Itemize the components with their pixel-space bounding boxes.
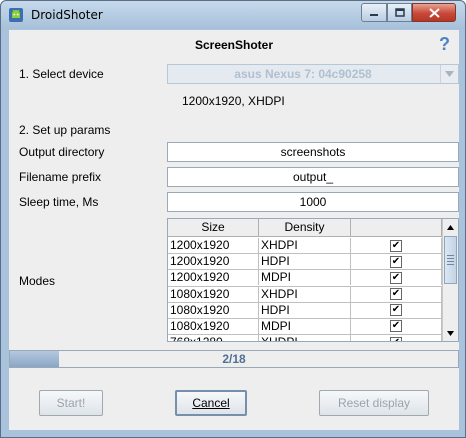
setup-params-label: 2. Set up params (19, 123, 111, 137)
close-icon (428, 7, 440, 18)
arrow-up-icon (447, 224, 454, 230)
cell-density: HDPI (259, 254, 351, 270)
cell-size: 768x1280 (168, 335, 259, 341)
sleep-time-field[interactable]: 1000 (167, 192, 459, 212)
cell-density: MDPI (259, 318, 351, 334)
cancel-button[interactable]: Cancel (175, 390, 247, 416)
output-directory-label: Output directory (19, 145, 105, 159)
arrow-down-icon (447, 330, 454, 336)
mode-checkbox[interactable]: ✔ (390, 336, 402, 341)
minimize-button[interactable] (361, 3, 387, 22)
cell-density: XHDPI (259, 286, 351, 302)
cell-enabled: ✔ (351, 254, 442, 270)
app-window: DroidShoter ScreenShoter ? 1. Select dev… (0, 0, 466, 438)
cell-enabled: ✔ (351, 286, 442, 302)
cell-size: 1080x1920 (168, 286, 259, 302)
cell-enabled: ✔ (351, 318, 442, 334)
cell-size: 1200x1920 (168, 238, 259, 253)
maximize-button[interactable] (387, 3, 412, 22)
start-button[interactable]: Start! (39, 390, 103, 416)
table-scrollbar[interactable] (442, 219, 458, 341)
mode-checkbox[interactable]: ✔ (390, 304, 402, 317)
help-icon[interactable]: ? (439, 34, 450, 55)
android-icon (9, 8, 23, 22)
device-select-value: asus Nexus 7: 04c90258 (234, 67, 372, 81)
column-header-enabled[interactable] (351, 219, 442, 237)
mode-checkbox[interactable]: ✔ (390, 255, 402, 268)
progress-text: 2/18 (222, 352, 246, 366)
device-select[interactable]: asus Nexus 7: 04c90258 (167, 64, 459, 84)
column-header-size[interactable]: Size (168, 219, 259, 237)
cell-size: 1080x1920 (168, 318, 259, 334)
scroll-thumb[interactable] (444, 236, 457, 284)
cell-enabled: ✔ (351, 238, 442, 253)
cell-size: 1200x1920 (168, 270, 259, 286)
cell-enabled: ✔ (351, 335, 442, 341)
cancel-button-label: Cancel (192, 396, 230, 410)
mode-checkbox[interactable]: ✔ (390, 320, 402, 333)
mode-checkbox[interactable]: ✔ (390, 271, 402, 284)
close-button[interactable] (412, 3, 456, 22)
cell-density: HDPI (259, 302, 351, 318)
cell-enabled: ✔ (351, 302, 442, 318)
mode-checkbox[interactable]: ✔ (390, 239, 402, 252)
cell-density: MDPI (259, 270, 351, 286)
maximize-icon (394, 8, 405, 17)
cell-size: 1080x1920 (168, 302, 259, 318)
window-title: DroidShoter (31, 8, 103, 22)
table-row[interactable]: 768x1280XHDPI ✔ (168, 335, 442, 341)
mode-checkbox[interactable]: ✔ (390, 288, 402, 301)
table-row[interactable]: 1200x1920 HDPI ✔ (168, 254, 442, 271)
device-resolution: 1200x1920, XHDPI (182, 94, 285, 108)
output-directory-field[interactable]: screenshots (167, 142, 459, 162)
cell-enabled: ✔ (351, 270, 442, 286)
title-bar[interactable]: DroidShoter (1, 1, 465, 29)
table-header: Size Density (168, 219, 442, 237)
modes-label: Modes (19, 274, 56, 288)
progress-bar: 2/18 (9, 350, 459, 368)
select-device-label: 1. Select device (19, 67, 104, 81)
table-body: 1200x1920 XHDPI ✔ 1200x1920 HDPI ✔ 1200x1920 MD… (168, 238, 442, 341)
sleep-time-label: Sleep time, Ms (19, 195, 99, 209)
minimize-icon (370, 13, 378, 16)
cell-density: XHDPI (259, 238, 351, 253)
filename-prefix-field[interactable]: output_ (167, 167, 459, 187)
table-row[interactable]: 1080x1920 MDPI ✔ (168, 318, 442, 336)
modes-table: Size Density 1200x1920 XHDPI ✔ 1200x1920 HDP… (167, 218, 459, 342)
reset-display-button[interactable]: Reset display (319, 390, 429, 416)
column-header-density[interactable]: Density (259, 219, 351, 237)
chevron-down-icon[interactable] (440, 65, 458, 83)
main-panel: ScreenShoter ? 1. Select device asus Nex… (9, 30, 459, 430)
cell-size: 1200x1920 (168, 254, 259, 270)
scroll-up-button[interactable] (443, 219, 458, 235)
page-title: ScreenShoter (194, 38, 274, 52)
table-row[interactable]: 1200x1920 XHDPI ✔ (168, 238, 442, 255)
cell-density: XHDPI (259, 335, 351, 341)
table-row[interactable]: 1080x1920 XHDPI ✔ (168, 286, 442, 303)
table-row[interactable]: 1200x1920 MDPI ✔ (168, 270, 442, 287)
filename-prefix-label: Filename prefix (19, 170, 102, 184)
scroll-down-button[interactable] (443, 325, 458, 341)
table-row[interactable]: 1080x1920 HDPI ✔ (168, 302, 442, 319)
